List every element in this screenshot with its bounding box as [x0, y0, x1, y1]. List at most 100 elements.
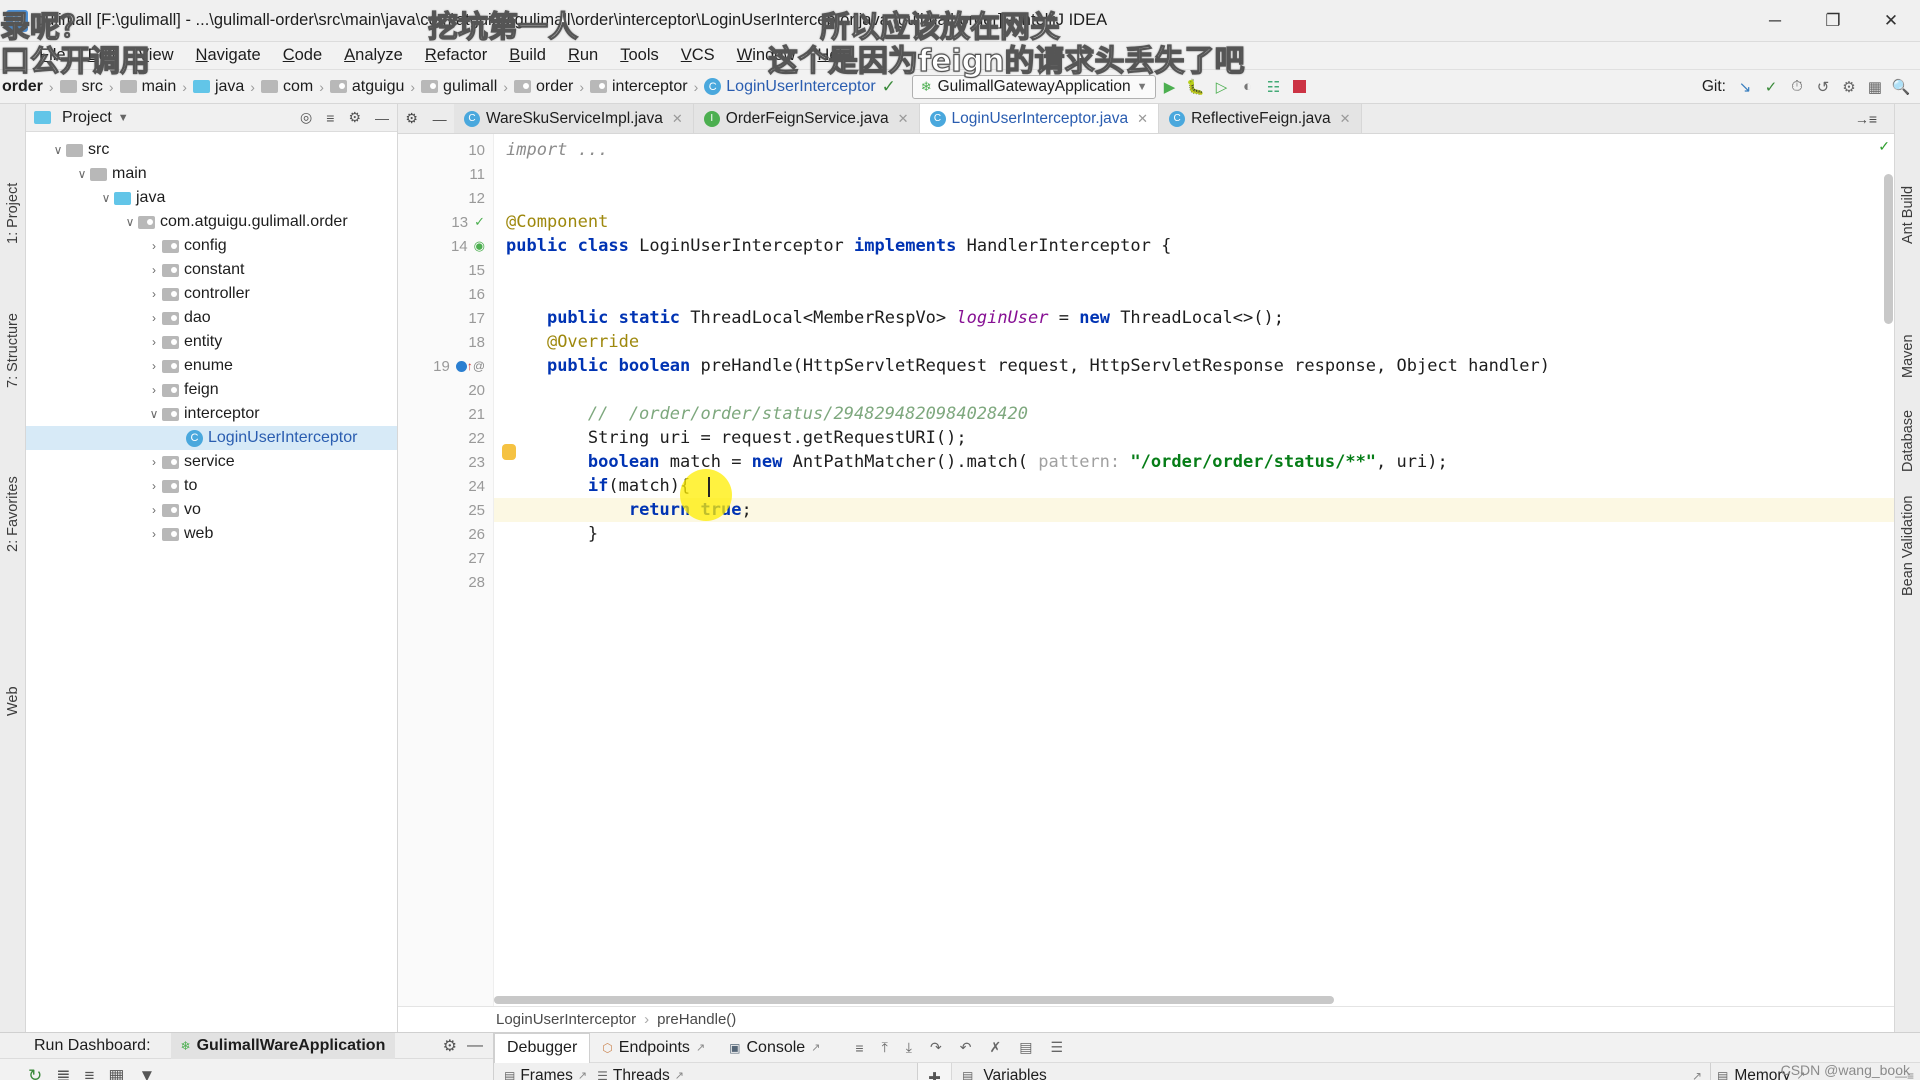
gutter-line-22[interactable]: 22 — [398, 426, 493, 450]
minimize-button[interactable]: ─ — [1746, 0, 1804, 42]
tree-node[interactable]: › vo — [26, 498, 397, 522]
tree-arrow-icon[interactable]: › — [146, 263, 162, 277]
project-tree[interactable]: ∨ src ∨ main ∨ java ∨ com.atguigu.gulimall.orde… — [26, 132, 397, 1032]
search-everywhere-icon[interactable]: 🔍 — [1888, 74, 1914, 100]
breadcrumb-item-interceptor[interactable]: interceptor — [590, 78, 688, 96]
profile-button[interactable]: ◐ — [1234, 74, 1260, 100]
debugger-step-icon[interactable]: ▤ — [1010, 1039, 1041, 1056]
gutter-line-10[interactable]: 10 — [398, 138, 493, 162]
tool-rail-item-database[interactable]: Database — [1900, 410, 1916, 472]
tree-arrow-icon[interactable]: › — [146, 359, 162, 373]
debugger-step-icon[interactable]: ✗ — [980, 1039, 1010, 1056]
editor-tab-reflectivefeign[interactable]: C ReflectiveFeign.java ✕ — [1159, 104, 1362, 133]
bean-icon[interactable]: ◉ — [474, 238, 485, 254]
detach-icon[interactable]: ↗ — [811, 1041, 820, 1054]
gutter-line-16[interactable]: 16 — [398, 282, 493, 306]
tree-node[interactable]: › dao — [26, 306, 397, 330]
attach-process-icon[interactable]: ☷ — [1260, 74, 1286, 100]
tree-arrow-icon[interactable]: › — [146, 335, 162, 349]
debugger-tab-debugger[interactable]: Debugger — [494, 1032, 591, 1063]
menu-item-help[interactable]: Help — [806, 46, 862, 65]
make-project-icon[interactable]: ✓ — [876, 77, 902, 97]
gutter-line-27[interactable]: 27 — [398, 546, 493, 570]
breadcrumb-item-order[interactable]: order — [2, 78, 43, 96]
gutter-line-13[interactable]: 13 ✓ — [398, 210, 493, 234]
collapse-all-icon[interactable]: ≡ — [318, 110, 342, 126]
debugger-step-icon[interactable]: ↶ — [951, 1039, 981, 1056]
debugger-tab-console[interactable]: ▣ Console ↗ — [717, 1033, 832, 1063]
close-icon[interactable]: ✕ — [1340, 111, 1351, 127]
debugger-step-icon[interactable]: ↷ — [921, 1039, 951, 1056]
tree-node[interactable]: › controller — [26, 282, 397, 306]
editor-horizontal-scrollbar[interactable] — [494, 996, 1334, 1004]
code-line-16[interactable] — [494, 282, 1894, 306]
breadcrumb-item-java[interactable]: java — [192, 78, 244, 96]
window-controls[interactable]: ─ ❐ ✕ — [1746, 0, 1920, 42]
add-watch-icon[interactable]: ✚ — [928, 1069, 941, 1080]
maximize-button[interactable]: ❐ — [1804, 0, 1862, 42]
menu-item-edit[interactable]: Edit — [77, 46, 127, 65]
menu-item-refactor[interactable]: Refactor — [414, 46, 498, 65]
gear-icon[interactable]: ⚙ — [443, 1036, 467, 1056]
git-history-icon[interactable]: ⏱ — [1784, 74, 1810, 100]
gutter-line-26[interactable]: 26 — [398, 522, 493, 546]
breadcrumb-item-order[interactable]: order — [513, 78, 573, 96]
editor-tab-orderfeignservice[interactable]: I OrderFeignService.java ✕ — [693, 104, 920, 133]
tree-node[interactable]: ∨ src — [26, 138, 397, 162]
tool-rail-item-structure[interactable]: 7: Structure — [5, 313, 21, 388]
gutter-line-14[interactable]: 14 ◉ — [398, 234, 493, 258]
detach-icon[interactable]: ↗ — [1692, 1069, 1710, 1080]
code-line-21[interactable]: // /order/order/status/29482948209840284… — [494, 402, 1894, 426]
right-tool-rail[interactable]: Ant Build Maven Database Bean Validation — [1894, 104, 1920, 1032]
debugger-step-icon[interactable]: ⤓ — [897, 1039, 921, 1056]
gutter-line-18[interactable]: 18 — [398, 330, 493, 354]
gutter-line-23[interactable]: 23 — [398, 450, 493, 474]
expand-all-icon[interactable]: ≣ — [56, 1066, 70, 1080]
tree-node[interactable]: › feign — [26, 378, 397, 402]
editor-vertical-scrollbar[interactable] — [1884, 174, 1893, 324]
tree-arrow-icon[interactable]: › — [146, 479, 162, 493]
breadcrumb-item-src[interactable]: src — [59, 78, 103, 96]
gear-icon[interactable]: ⚙ — [405, 110, 418, 127]
bean-icon[interactable]: ✓ — [474, 214, 485, 230]
git-commit-icon[interactable]: ✓ — [1758, 74, 1784, 100]
code-line-28[interactable] — [494, 570, 1894, 594]
intention-bulb-icon[interactable] — [502, 444, 516, 460]
settings-icon[interactable]: ⚙ — [1836, 74, 1862, 100]
tree-node-selected[interactable]: C LoginUserInterceptor — [26, 426, 397, 450]
filter-icon[interactable]: ▼ — [138, 1066, 155, 1080]
run-button[interactable]: ▶ — [1156, 74, 1182, 100]
close-icon[interactable]: ✕ — [1137, 111, 1148, 127]
tool-rail-item-project[interactable]: 1: Project — [5, 183, 21, 244]
tab-list-icon[interactable]: →≡ — [1855, 111, 1877, 127]
breadcrumb[interactable]: order › src › main › java › com › atguigu › gulimall… — [2, 78, 876, 96]
editor-tab-wareskuserviceimpl[interactable]: C WareSkuServiceImpl.java ✕ — [454, 104, 694, 133]
tree-node[interactable]: ∨ java — [26, 186, 397, 210]
breakpoint-icon[interactable] — [455, 360, 467, 372]
rerun-icon[interactable]: ↻ — [28, 1066, 42, 1080]
tree-arrow-icon[interactable]: › — [146, 311, 162, 325]
debugger-tab-endpoints[interactable]: ⬡ Endpoints ↗ — [590, 1033, 717, 1063]
frames-tab[interactable]: ▤ Frames ↗ — [498, 1067, 587, 1080]
tree-node[interactable]: › entity — [26, 330, 397, 354]
run-with-coverage-button[interactable]: ▷ — [1208, 74, 1234, 100]
debugger-tab-bar[interactable]: Debugger ⬡ Endpoints ↗ ▣ Console ↗ ≡ ⤒ ⤓ ↷ ↶ ✗ ▤ ☰ — [494, 1032, 1920, 1063]
code-line-18[interactable]: @Override — [494, 330, 1894, 354]
tree-node[interactable]: › web — [26, 522, 397, 546]
tree-arrow-icon[interactable]: ∨ — [122, 215, 138, 229]
code-line-11[interactable] — [494, 162, 1894, 186]
breadcrumb-item-com[interactable]: com — [260, 78, 313, 96]
gear-icon[interactable]: ⚙ — [348, 109, 369, 126]
menu-item-analyze[interactable]: Analyze — [333, 46, 414, 65]
detach-icon[interactable]: ↗ — [675, 1069, 684, 1080]
tool-rail-item-favorites[interactable]: 2: Favorites — [5, 476, 21, 552]
tool-rail-item-antbuild[interactable]: Ant Build — [1900, 186, 1916, 244]
menu-item-build[interactable]: Build — [498, 46, 557, 65]
tree-node[interactable]: ∨ main — [26, 162, 397, 186]
menu-item-tools[interactable]: Tools — [609, 46, 670, 65]
debugger-step-icon[interactable]: ⤒ — [873, 1039, 897, 1056]
threads-tab[interactable]: ☰ Threads ↗ — [597, 1067, 684, 1080]
detach-icon[interactable]: ↗ — [578, 1069, 587, 1080]
code-line-22[interactable]: String uri = request.getRequestURI(); — [494, 426, 1894, 450]
gutter-line-24[interactable]: 24 — [398, 474, 493, 498]
